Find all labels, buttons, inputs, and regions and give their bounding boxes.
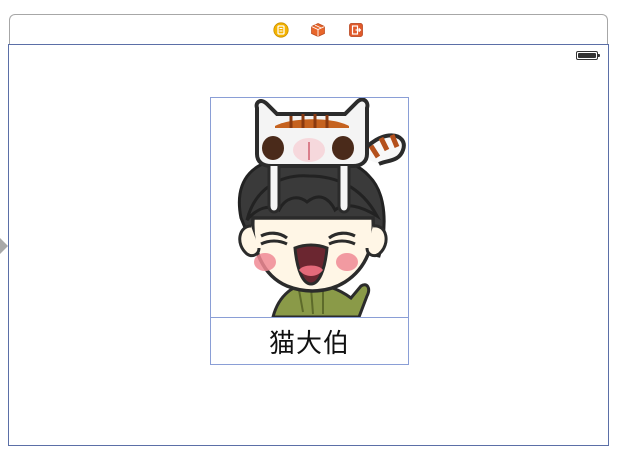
- view-controller-canvas[interactable]: 猫大伯: [8, 44, 609, 446]
- name-label: 猫大伯: [268, 328, 350, 359]
- scene-dock: [9, 14, 608, 44]
- view-controller-icon[interactable]: [273, 22, 289, 38]
- storyboard-entry-arrow: [0, 238, 8, 254]
- battery-icon: [576, 51, 600, 60]
- first-responder-icon[interactable]: [310, 22, 326, 38]
- cartoon-avatar-image: [238, 98, 406, 317]
- profile-cell[interactable]: 猫大伯: [210, 97, 409, 365]
- name-label-container[interactable]: 猫大伯: [210, 317, 409, 365]
- exit-icon[interactable]: [348, 22, 364, 38]
- battery-level-fill: [578, 53, 596, 58]
- avatar-image-view[interactable]: [210, 97, 409, 318]
